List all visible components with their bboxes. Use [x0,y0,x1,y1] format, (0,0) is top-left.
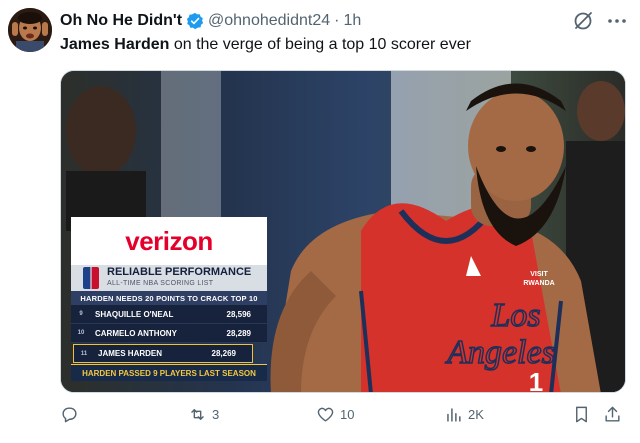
scoring-row: 9 SHAQUILLE O'NEAL 28,596 [71,305,267,324]
tweet-text-bold: James Harden [60,36,170,53]
more-options-icon[interactable] [606,10,628,32]
bookmark-button[interactable] [572,405,591,424]
separator-dot: · [334,12,340,29]
scoring-player: JAMES HARDEN [98,349,163,358]
scoring-graphic: verizon RELIABLE PERFORMANCE ALL-TIME NB… [71,217,267,381]
share-button[interactable] [603,405,622,424]
tweet-header: Oh No He Didn't @ohnohedidnt24 · 1h [60,10,628,32]
views-count: 2K [468,407,484,422]
scoring-points: 28,289 [226,328,251,338]
nba-logo-icon [83,267,99,289]
scoring-player: CARMELO ANTHONY [95,328,177,338]
grok-icon[interactable] [572,10,594,32]
scoring-points: 28,596 [226,309,251,319]
graphic-subtitle: ALL-TIME NBA SCORING LIST [107,280,214,287]
repost-count: 3 [212,407,220,422]
jersey-sponsor-line1: VISIT [530,271,548,278]
scoring-rank: 10 [77,330,85,336]
jersey-sponsor-line2: RWANDA [523,280,554,287]
scoring-rank: 9 [79,311,83,317]
jersey-number: 1 [529,367,543,393]
author-name[interactable]: Oh No He Didn't [60,12,182,30]
graphic-headline: HARDEN NEEDS 20 POINTS TO CRACK TOP 10 [71,291,267,305]
avatar-image [8,8,52,52]
jersey-script-2: Angeles [445,334,555,371]
graphic-title-bar: RELIABLE PERFORMANCE ALL-TIME NBA SCORIN… [71,265,267,291]
scoring-row: 10 CARMELO ANTHONY 28,289 [71,324,267,343]
tweet-text: James Harden on the verge of being a top… [60,35,471,55]
tweet-actions: 3 10 2K [60,405,626,429]
bookmark-icon [576,406,587,423]
graphic-title: RELIABLE PERFORMANCE [107,266,252,278]
jersey-script-1: Los [490,297,540,334]
scoring-points: 28,269 [211,349,236,358]
scoring-player: SHAQUILLE O'NEAL [95,309,174,319]
views-button[interactable]: 2K [444,405,484,424]
avatar[interactable] [8,8,52,52]
reply-icon [62,407,77,423]
repost-icon [191,409,204,420]
like-button[interactable]: 10 [316,405,354,424]
author-handle[interactable]: @ohnohedidnt24 [208,12,330,30]
scoring-row-highlighted: 11 JAMES HARDEN 28,269 [73,344,253,363]
timestamp[interactable]: 1h [343,12,361,30]
analytics-icon [447,408,461,422]
like-count: 10 [340,407,355,422]
verified-badge-icon[interactable] [186,12,204,30]
tweet-text-rest: on the verge of being a top 10 scorer ev… [169,36,471,53]
tweet-media[interactable]: VISIT RWANDA Los Angeles 1 verizon RELIA… [60,70,626,393]
reply-button[interactable] [60,405,84,424]
heart-icon [317,407,334,422]
scoring-rank: 11 [80,350,88,357]
verizon-logo: verizon [71,217,267,265]
graphic-footer: HARDEN PASSED 9 PLAYERS LAST SEASON [71,364,267,381]
share-icon [605,406,620,422]
repost-button[interactable]: 3 [188,405,219,424]
